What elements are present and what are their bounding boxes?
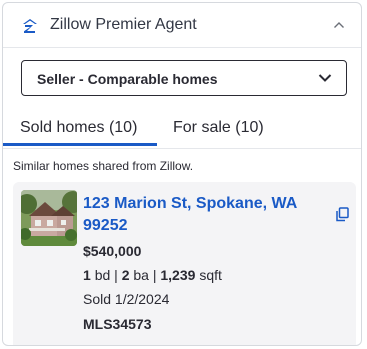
tab-for-sale[interactable]: For sale (10) [173, 119, 264, 137]
premier-agent-panel: Zillow Premier Agent Seller - Comparable… [2, 2, 362, 346]
listing-photo[interactable] [21, 190, 77, 246]
tab-sold-homes[interactable]: Sold homes (10) [20, 119, 137, 137]
listing-address-link[interactable]: 123 Marion St, Spokane, WA 99252 [83, 193, 323, 237]
copy-icon[interactable] [335, 207, 349, 222]
beds-value: 1 [83, 267, 91, 283]
listing-card[interactable]: 123 Marion St, Spokane, WA 99252 $540,00… [13, 182, 356, 345]
listing-price: $540,000 [83, 243, 142, 259]
panel-title: Zillow Premier Agent [50, 16, 197, 33]
active-tab-indicator [3, 143, 157, 146]
facts-separator: | [114, 267, 118, 283]
chevron-down-icon [318, 74, 332, 82]
sqft-value: 1,239 [160, 267, 196, 283]
select-value: Seller - Comparable homes [37, 71, 218, 87]
facts-separator: | [152, 267, 157, 283]
house-photo-icon [21, 190, 77, 246]
beds-unit: bd [94, 267, 111, 283]
listing-type-select[interactable]: Seller - Comparable homes [21, 60, 347, 96]
sold-date: Sold 1/2/2024 [83, 291, 170, 307]
listing-facts: 1 bd | 2 ba | 1,239 sqft [83, 267, 222, 283]
panel-header[interactable]: Zillow Premier Agent [3, 3, 361, 48]
shared-note: Similar homes shared from Zillow. [13, 159, 194, 173]
baths-value: 2 [121, 267, 130, 283]
sqft-unit: sqft [199, 267, 222, 283]
zillow-logo-icon [23, 19, 37, 33]
chevron-up-icon[interactable] [333, 20, 345, 30]
mls-number: MLS34573 [83, 316, 152, 332]
baths-unit: ba [133, 267, 149, 283]
